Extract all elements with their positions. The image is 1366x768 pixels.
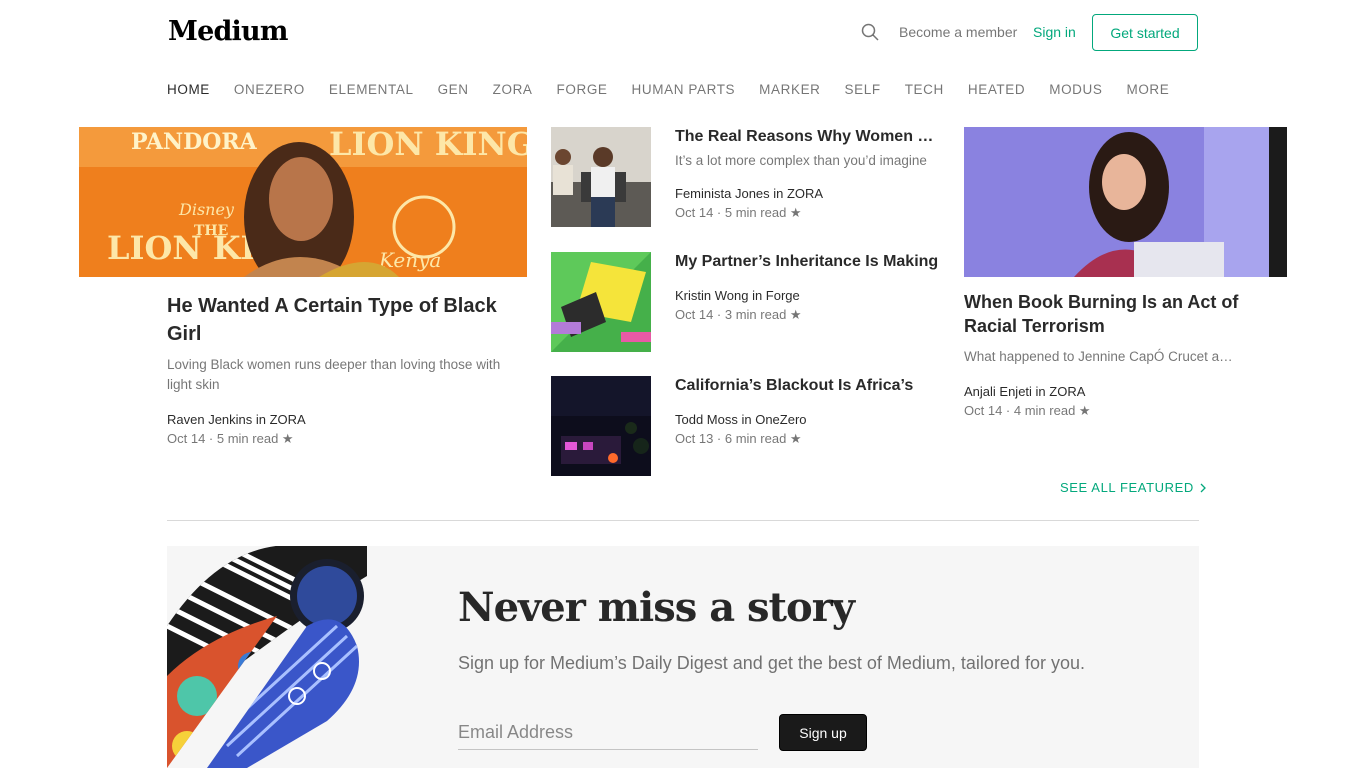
article-subtitle[interactable]: It’s a lot more complex than you’d imagi… [675,151,941,171]
featured-image[interactable] [964,127,1287,277]
nav-item-forge[interactable]: FORGE [557,82,608,97]
nav-item-home[interactable]: HOME [167,82,210,97]
read-time: 5 min read [216,431,279,446]
newsletter-illustration [167,546,367,768]
separator-dot: · [716,205,725,220]
email-input[interactable] [458,716,758,750]
article-thumbnail[interactable] [551,376,651,476]
list-item: My Partner’s Inheritance Is Making Krist… [551,252,951,352]
medium-logo[interactable]: Medium [168,16,288,47]
see-all-label: SEE ALL FEATURED [1060,480,1194,495]
nav-item-zora[interactable]: ZORA [493,82,533,97]
author-link[interactable]: Feminista Jones in ZORA [675,186,941,201]
read-time: 5 min read [724,205,787,220]
article-text: My Partner’s Inheritance Is Making Krist… [675,252,941,323]
hero-meta: Raven Jenkins in ZORA Oct 14 · 5 min rea… [167,412,306,447]
featured-subtitle[interactable]: What happened to Jennine CapÓ Crucet at … [964,347,1234,367]
chevron-right-icon [1200,483,1206,492]
get-started-button[interactable]: Get started [1092,14,1198,51]
newsletter-subtitle: Sign up for Medium’s Daily Digest and ge… [458,653,1085,673]
post-meta: Oct 14 · 4 min read ★ [964,403,1091,419]
article-text: California’s Blackout Is Africa’s Todd M… [675,376,941,447]
hero-title[interactable]: He Wanted A Certain Type of Black Girl [167,292,497,348]
post-meta: Oct 14 · 3 min read ★ [675,307,941,323]
post-meta: Oct 13 · 6 min read ★ [675,431,941,447]
see-all-featured-link[interactable]: SEE ALL FEATURED [1060,480,1207,495]
post-date: Oct 14 [167,431,206,446]
star-icon: ★ [1078,403,1091,418]
topic-nav: HOME ONEZERO ELEMENTAL GEN ZORA FORGE HU… [167,82,1193,97]
star-icon: ★ [789,307,802,322]
nav-item-more[interactable]: MORE [1126,82,1169,97]
nav-item-marker[interactable]: MARKER [759,82,820,97]
article-thumbnail[interactable] [551,127,651,227]
nav-item-gen[interactable]: GEN [438,82,469,97]
read-time: 3 min read [724,307,787,322]
post-meta: Oct 14 · 5 min read ★ [675,205,941,221]
search-icon[interactable] [860,22,880,42]
nav-item-self[interactable]: SELF [845,82,881,97]
separator-dot: · [1005,403,1014,418]
star-icon: ★ [789,431,802,446]
article-title[interactable]: The Real Reasons Why Women Cheat [675,126,941,148]
separator-dot: · [208,431,217,446]
separator-dot: · [716,431,725,446]
author-link[interactable]: Raven Jenkins in ZORA [167,412,306,427]
star-icon: ★ [281,431,294,446]
article-thumbnail[interactable] [551,252,651,352]
nav-item-modus[interactable]: MODUS [1049,82,1102,97]
image-text-pandora: PANDORA [131,129,258,155]
article-text: The Real Reasons Why Women Cheat It’s a … [675,127,941,221]
post-date: Oct 13 [675,431,714,446]
featured-title[interactable]: When Book Burning Is an Act of Racial Te… [964,290,1244,338]
hero-subtitle[interactable]: Loving Black women runs deeper than lovi… [167,355,527,395]
sign-up-button[interactable]: Sign up [779,714,867,751]
section-divider [167,520,1199,521]
post-date: Oct 14 [675,205,714,220]
separator-dot: · [716,307,725,322]
sign-in-link[interactable]: Sign in [1033,24,1076,40]
post-date: Oct 14 [675,307,714,322]
nav-item-onezero[interactable]: ONEZERO [234,82,305,97]
newsletter-signup: Never miss a story Sign up for Medium’s … [167,546,1199,768]
nav-item-human-parts[interactable]: HUMAN PARTS [632,82,736,97]
article-title[interactable]: California’s Blackout Is Africa’s [675,375,941,397]
list-item: The Real Reasons Why Women Cheat It’s a … [551,127,951,227]
hero-image[interactable]: PANDORA LION KING Disney THE LION KIN Ke… [79,127,527,277]
nav-item-elemental[interactable]: ELEMENTAL [329,82,414,97]
featured-meta: Anjali Enjeti in ZORA Oct 14 · 4 min rea… [964,384,1091,419]
list-item: California’s Blackout Is Africa’s Todd M… [551,376,951,476]
image-text-lion-king: LION KING [329,127,527,163]
post-meta: Oct 14 · 5 min read ★ [167,431,306,447]
author-link[interactable]: Anjali Enjeti in ZORA [964,384,1091,399]
nav-item-heated[interactable]: HEATED [968,82,1025,97]
article-title[interactable]: My Partner’s Inheritance Is Making [675,251,941,273]
star-icon: ★ [789,205,802,220]
newsletter-title: Never miss a story [458,584,855,631]
author-link[interactable]: Todd Moss in OneZero [675,412,941,427]
image-text-disney: Disney [178,200,235,219]
read-time: 6 min read [724,431,787,446]
nav-item-tech[interactable]: TECH [905,82,944,97]
become-member-link[interactable]: Become a member [899,24,1017,40]
read-time: 4 min read [1013,403,1076,418]
post-date: Oct 14 [964,403,1003,418]
author-link[interactable]: Kristin Wong in Forge [675,288,941,303]
